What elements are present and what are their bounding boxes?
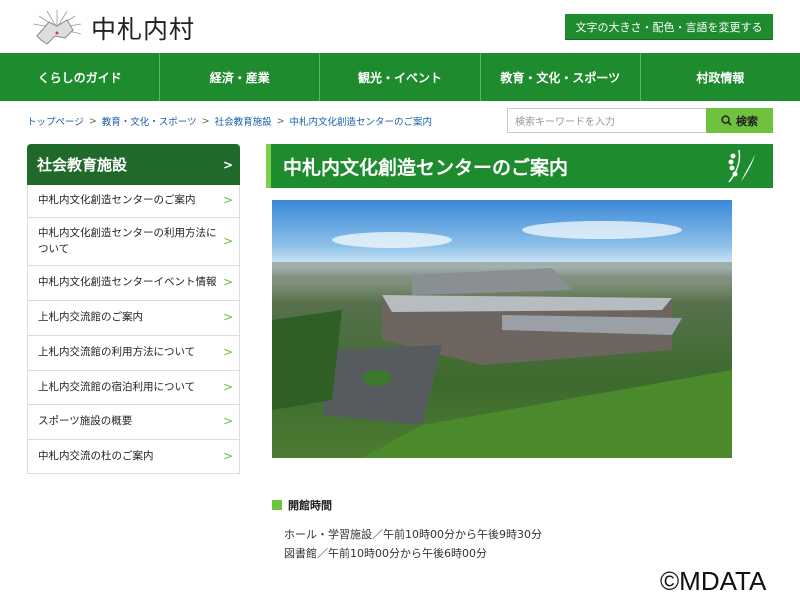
chevron-right-icon: > — [222, 193, 233, 208]
nav-item-tourism[interactable]: 観光・イベント — [320, 53, 481, 101]
chevron-right-icon: > — [222, 233, 233, 248]
sidebar-item-label: 中札内交流の杜のご案内 — [38, 449, 154, 462]
sidebar-item-label: 上札内交流館の宿泊利用について — [38, 380, 196, 393]
breadcrumb-link[interactable]: 社会教育施設 — [215, 114, 272, 128]
sidebar-item-label: 上札内交流館の利用方法について — [38, 346, 196, 359]
nav-item-village-admin[interactable]: 村政情報 — [641, 53, 800, 101]
sidebar-item[interactable]: 上札内交流館の利用方法について > — [27, 336, 240, 371]
breadcrumb-separator: > — [276, 115, 285, 127]
breadcrumb-separator: > — [88, 115, 97, 127]
sidebar-item-label: 中札内文化創造センターイベント情報 — [38, 276, 217, 289]
sidebar-title-link[interactable]: 社会教育施設 > — [27, 144, 240, 185]
sidebar-item-label: 中札内文化創造センターのご案内 — [38, 194, 196, 207]
sidebar-nav: 社会教育施設 > 中札内文化創造センターのご案内 > 中札内文化創造センターの利用方… — [27, 144, 240, 474]
sidebar-item-label: 中札内文化創造センターの利用方法について — [38, 227, 217, 255]
sidebar-item-label: 上札内交流館のご案内 — [38, 311, 143, 324]
search-icon — [721, 115, 732, 126]
breadcrumb-current: 中札内文化創造センターのご案内 — [289, 117, 433, 128]
page-title-bar: 中札内文化創造センターのご案内 — [266, 144, 773, 188]
nav-item-education[interactable]: 教育・文化・スポーツ — [481, 53, 641, 101]
hours-library: 図書館／午前10時00分から午後6時00分 — [284, 547, 487, 560]
building-illustration — [272, 221, 732, 458]
search-button-label: 検索 — [736, 114, 758, 128]
watermark: ©MDATA — [660, 566, 767, 596]
page-title: 中札内文化創造センターのご案内 — [283, 156, 569, 179]
sidebar-item[interactable]: 上札内交流館のご案内 > — [27, 301, 240, 336]
lily-of-the-valley-icon — [728, 149, 755, 183]
chevron-right-icon: > — [222, 310, 233, 325]
nav-item-economy[interactable]: 経済・産業 — [160, 53, 321, 101]
chevron-right-icon: > — [222, 157, 233, 172]
accessibility-language-button[interactable]: 文字の大きさ・配色・言語を変更する — [565, 14, 773, 40]
hours-hall: ホール・学習施設／午前10時00分から午後9時30分 — [284, 528, 542, 541]
sidebar-item[interactable]: 中札内文化創造センターのご案内 > — [27, 185, 240, 218]
search-input[interactable]: 検索キーワードを入力 — [507, 108, 707, 133]
sidebar-item[interactable]: 中札内文化創造センターの利用方法について > — [27, 218, 240, 266]
chevron-right-icon: > — [222, 448, 233, 463]
search-placeholder: 検索キーワードを入力 — [515, 117, 615, 128]
nav-item-living-guide[interactable]: くらしのガイド — [0, 53, 161, 101]
global-nav: くらしのガイド 経済・産業 観光・イベント 教育・文化・スポーツ 村政情報 — [0, 53, 800, 101]
sidebar-item[interactable]: スポーツ施設の概要 > — [27, 405, 240, 440]
sidebar-item[interactable]: 上札内交流館の宿泊利用について > — [27, 371, 240, 405]
search-button[interactable]: 検索 — [706, 108, 773, 133]
site-logo[interactable]: 中札内村 — [27, 8, 195, 48]
chevron-right-icon: > — [222, 379, 233, 394]
sidebar-item[interactable]: 中札内文化創造センターイベント情報 > — [27, 266, 240, 301]
breadcrumb-link[interactable]: トップページ — [27, 114, 84, 128]
sidebar-item-label: スポーツ施設の概要 — [38, 415, 133, 428]
opening-hours-heading: 開館時間 — [272, 497, 332, 513]
breadcrumb: トップページ > 教育・文化・スポーツ > 社会教育施設 > 中札内文化創造センターの… — [27, 114, 433, 129]
hokkaido-logo-icon — [32, 10, 82, 45]
chevron-right-icon: > — [222, 275, 233, 290]
breadcrumb-separator: > — [201, 115, 210, 127]
chevron-right-icon: > — [222, 345, 233, 360]
heading-marker-icon — [272, 500, 282, 510]
sidebar-item[interactable]: 中札内交流の杜のご案内 > — [27, 440, 240, 474]
chevron-right-icon: > — [222, 414, 233, 429]
site-name: 中札内村 — [91, 15, 196, 44]
sidebar-title: 社会教育施設 — [37, 156, 128, 174]
culture-center-aerial-photo — [272, 200, 732, 458]
opening-hours-title: 開館時間 — [288, 499, 332, 512]
breadcrumb-link[interactable]: 教育・文化・スポーツ — [102, 114, 197, 128]
